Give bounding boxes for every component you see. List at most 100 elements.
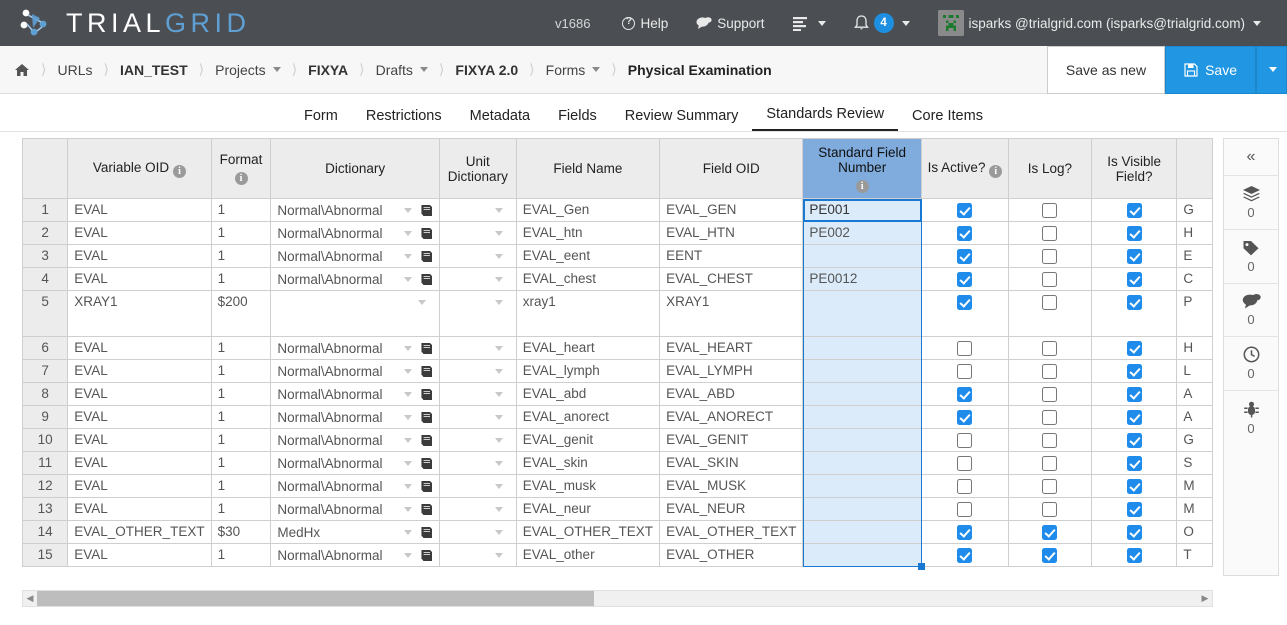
chevron-down-icon[interactable] <box>494 277 503 282</box>
checkbox-checked-icon[interactable] <box>1042 547 1058 563</box>
cell-field-oid[interactable]: EVAL_HTN <box>659 221 804 245</box>
cell-variable-oid[interactable]: EVAL <box>67 267 212 291</box>
cell-is-log-checkbox[interactable] <box>1008 290 1092 337</box>
cell-unit-dictionary[interactable] <box>439 543 517 567</box>
grid-column-header-variable_oid[interactable]: Variable OID i <box>67 138 212 199</box>
row-number-cell[interactable]: 6 <box>22 336 69 360</box>
cell-dictionary[interactable] <box>270 290 440 337</box>
help-link[interactable]: Help <box>608 0 682 46</box>
dictionary-select[interactable] <box>277 294 432 311</box>
chevron-down-icon[interactable] <box>494 300 503 305</box>
book-icon[interactable] <box>419 457 433 470</box>
cell-format[interactable]: 1 <box>211 221 272 245</box>
cell-unit-dictionary[interactable] <box>439 520 517 544</box>
chevron-down-icon[interactable] <box>494 507 503 512</box>
cell-field-name[interactable]: EVAL_chest <box>516 267 661 291</box>
support-link[interactable]: Support <box>682 0 778 46</box>
checkbox-checked-icon[interactable] <box>1126 455 1142 471</box>
checkbox-unchecked-icon[interactable] <box>1042 271 1058 287</box>
chevron-down-icon[interactable] <box>403 415 412 420</box>
cell-is-active-checkbox[interactable] <box>921 198 1009 222</box>
cell-field-oid[interactable]: EVAL_NEUR <box>659 497 804 521</box>
cell-unit-dictionary[interactable] <box>439 497 517 521</box>
checkbox-unchecked-icon[interactable] <box>1042 409 1058 425</box>
dictionary-select[interactable]: Normal\Abnormal <box>277 248 432 265</box>
breadcrumb-item-fixya-2-0[interactable]: FIXYA 2.0 <box>455 62 518 78</box>
cell-standard-field-number[interactable] <box>802 405 922 429</box>
scroll-thumb[interactable] <box>37 591 595 606</box>
cell-is-active-checkbox[interactable] <box>921 520 1009 544</box>
breadcrumb-item-drafts[interactable]: Drafts <box>376 62 428 78</box>
cell-field-name[interactable]: EVAL_heart <box>516 336 661 360</box>
cell-dictionary[interactable]: Normal\Abnormal <box>270 543 440 567</box>
chevron-down-icon[interactable] <box>403 369 412 374</box>
cell-truncated-extra[interactable]: T <box>1176 543 1213 567</box>
rail-item-tags[interactable]: 0 <box>1224 230 1278 284</box>
table-row[interactable]: 2 EVAL 1 Normal\Abnormal EVAL_htn EVAL_HTN PE0… <box>22 221 1213 245</box>
unit-dictionary-select[interactable] <box>446 225 510 242</box>
chevron-down-icon[interactable] <box>494 438 503 443</box>
cell-truncated-extra[interactable]: E <box>1176 244 1213 268</box>
book-icon[interactable] <box>419 250 433 263</box>
checkbox-unchecked-icon[interactable] <box>957 340 973 356</box>
cell-format[interactable]: 1 <box>211 474 272 498</box>
cell-is-active-checkbox[interactable] <box>921 474 1009 498</box>
book-icon[interactable] <box>419 388 433 401</box>
cell-field-name[interactable]: EVAL_lymph <box>516 359 661 383</box>
checkbox-unchecked-icon[interactable] <box>1042 225 1058 241</box>
cell-is-log-checkbox[interactable] <box>1008 474 1092 498</box>
checkbox-unchecked-icon[interactable] <box>957 432 973 448</box>
cell-format[interactable]: $200 <box>211 290 272 337</box>
cell-unit-dictionary[interactable] <box>439 290 517 337</box>
cell-standard-field-number[interactable] <box>802 336 922 360</box>
cell-field-name[interactable]: xray1 <box>516 290 661 337</box>
checkbox-unchecked-icon[interactable] <box>1042 478 1058 494</box>
unit-dictionary-select[interactable] <box>446 271 510 288</box>
cell-is-active-checkbox[interactable] <box>921 244 1009 268</box>
rail-item-history[interactable]: 0 <box>1224 337 1278 391</box>
cell-truncated-extra[interactable]: G <box>1176 198 1213 222</box>
checkbox-checked-icon[interactable] <box>957 202 973 218</box>
chevron-down-icon[interactable] <box>494 484 503 489</box>
chevron-down-icon[interactable] <box>403 530 412 535</box>
tab-standards-review[interactable]: Standards Review <box>752 106 899 131</box>
cell-is-visible-checkbox[interactable] <box>1091 428 1178 452</box>
cell-is-log-checkbox[interactable] <box>1008 451 1092 475</box>
checkbox-checked-icon[interactable] <box>1126 432 1142 448</box>
dictionary-select[interactable]: Normal\Abnormal <box>277 386 432 403</box>
grid-column-header-extra[interactable] <box>1176 138 1213 199</box>
checkbox-checked-icon[interactable] <box>957 248 973 264</box>
chevron-down-icon[interactable] <box>494 530 503 535</box>
unit-dictionary-select[interactable] <box>446 432 510 449</box>
checkbox-checked-icon[interactable] <box>957 386 973 402</box>
chevron-down-icon[interactable] <box>403 346 412 351</box>
row-number-cell[interactable]: 5 <box>22 290 69 337</box>
checkbox-checked-icon[interactable] <box>957 409 973 425</box>
grid-column-header-format[interactable]: Format i <box>211 138 272 199</box>
cell-format[interactable]: 1 <box>211 405 272 429</box>
cell-is-visible-checkbox[interactable] <box>1091 451 1178 475</box>
dictionary-select[interactable]: Normal\Abnormal <box>277 202 432 219</box>
chevron-down-icon[interactable] <box>494 415 503 420</box>
cell-variable-oid[interactable]: EVAL <box>67 451 212 475</box>
book-icon[interactable] <box>419 365 433 378</box>
chevron-down-icon[interactable] <box>403 507 412 512</box>
cell-standard-field-number[interactable] <box>802 382 922 406</box>
row-number-cell[interactable]: 13 <box>22 497 69 521</box>
chevron-down-icon[interactable] <box>403 208 412 213</box>
rail-item-issues[interactable]: 0 <box>1224 391 1278 445</box>
breadcrumb-item-projects[interactable]: Projects <box>215 62 281 78</box>
cell-standard-field-number[interactable] <box>802 474 922 498</box>
checkbox-checked-icon[interactable] <box>957 271 973 287</box>
book-icon[interactable] <box>419 411 433 424</box>
cell-truncated-extra[interactable]: H <box>1176 221 1213 245</box>
checkbox-unchecked-icon[interactable] <box>957 478 973 494</box>
cell-is-visible-checkbox[interactable] <box>1091 405 1178 429</box>
tab-form[interactable]: Form <box>290 108 352 131</box>
chevron-down-icon[interactable] <box>403 461 412 466</box>
cell-truncated-extra[interactable]: H <box>1176 336 1213 360</box>
info-icon[interactable]: i <box>989 164 1003 178</box>
cell-is-log-checkbox[interactable] <box>1008 405 1092 429</box>
cell-is-log-checkbox[interactable] <box>1008 244 1092 268</box>
cell-unit-dictionary[interactable] <box>439 359 517 383</box>
